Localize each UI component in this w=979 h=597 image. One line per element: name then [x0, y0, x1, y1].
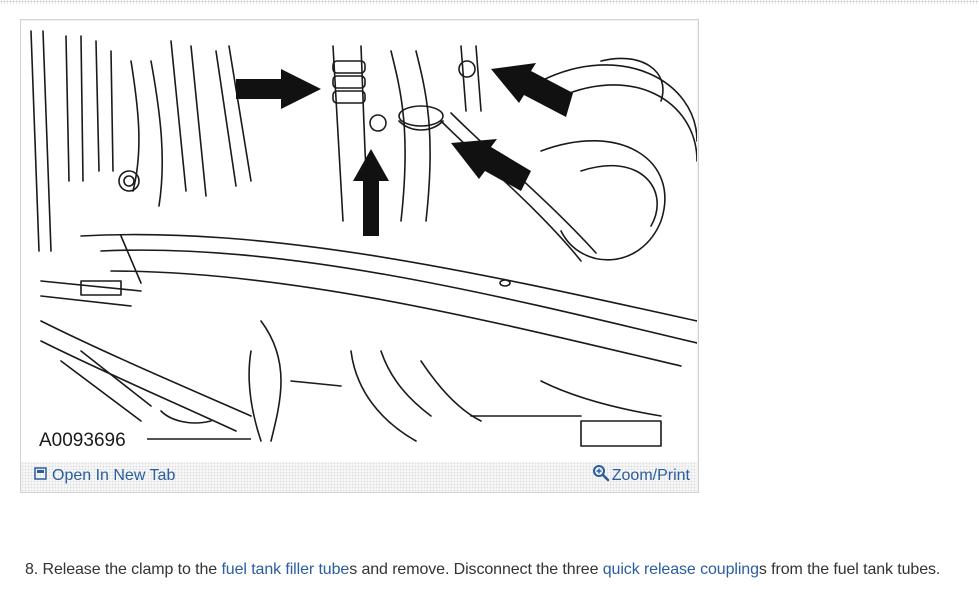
part-number-label: A0093696 [39, 430, 126, 451]
open-in-new-tab-label: Open In New Tab [52, 467, 176, 484]
new-tab-icon [34, 467, 47, 485]
fuel-tube-illustration: A0093696 [21, 21, 697, 462]
step-text-part2: s and remove. Disconnect the three [349, 561, 603, 578]
magnifier-icon [592, 464, 610, 487]
top-dotted-divider [0, 0, 979, 4]
step-number: 8. [25, 561, 39, 578]
line-drawing: A0093696 [30, 30, 697, 451]
quick-release-coupling-link[interactable]: quick release coupling [603, 561, 759, 578]
step-instruction: 8. Release the clamp to the fuel tank fi… [25, 561, 965, 579]
figure-link-bar: Open In New Tab Zoom/Print [21, 462, 697, 492]
zoom-print-label: Zoom/Print [611, 466, 690, 484]
open-in-new-tab-link[interactable]: Open In New Tab [34, 467, 175, 485]
step-text-part1: Release the clamp to the [38, 561, 222, 578]
zoom-print-link[interactable]: Zoom/Print [592, 464, 690, 487]
fuel-tank-filler-tube-link[interactable]: fuel tank filler tube [221, 561, 349, 578]
step-text-part3: s from the fuel tank tubes. [758, 561, 941, 578]
